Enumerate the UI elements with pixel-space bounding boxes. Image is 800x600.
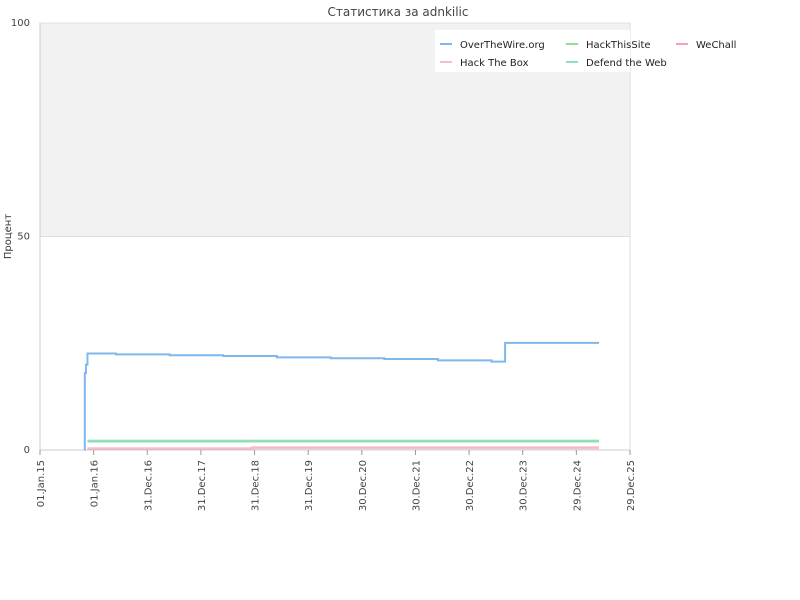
- x-tick-label: 29.Dec.25: [626, 460, 637, 511]
- y-tick-label: 100: [11, 18, 30, 29]
- legend-label: OverTheWire.org: [460, 40, 545, 51]
- legend-label: Hack The Box: [460, 58, 529, 69]
- x-tick-label: 31.Dec.19: [304, 460, 315, 511]
- legend-label: Defend the Web: [586, 58, 667, 69]
- x-tick-label: 31.Dec.17: [197, 460, 208, 511]
- x-tick-label: 31.Dec.18: [251, 460, 262, 511]
- chart-title: Статистика за adnkilic: [328, 5, 469, 19]
- series-line-0: [83, 341, 599, 451]
- x-tick-label: 01.Jan.16: [90, 460, 101, 507]
- x-tick-label: 29.Dec.24: [572, 460, 583, 511]
- x-tick-label: 30.Dec.20: [358, 460, 369, 511]
- y-axis-label: Процент: [3, 214, 14, 259]
- x-tick-label: 30.Dec.22: [465, 460, 476, 511]
- chart-container: Статистика за adnkilic 0 50 100 01.Jan.15 01…: [0, 0, 800, 600]
- plot-area: 0 50 100 01.Jan.15 01.Jan.16 31.Dec.16 31.Dec.…: [3, 18, 637, 511]
- x-tick-label: 30.Dec.23: [519, 460, 530, 511]
- y-tick-label: 50: [17, 232, 30, 243]
- legend-label: WeChall: [696, 40, 736, 51]
- x-tick-label: 30.Dec.21: [411, 460, 422, 511]
- y-tick-label: 0: [24, 445, 30, 456]
- legend-label: HackThisSite: [586, 40, 651, 51]
- x-tick-label: 01.Jan.15: [36, 460, 47, 507]
- legend: OverTheWire.org HackThisSite WeChall Hack T…: [435, 30, 736, 72]
- chart-svg: Статистика за adnkilic 0 50 100 01.Jan.15 01…: [3, 5, 736, 511]
- x-tick-label: 31.Dec.16: [143, 460, 154, 511]
